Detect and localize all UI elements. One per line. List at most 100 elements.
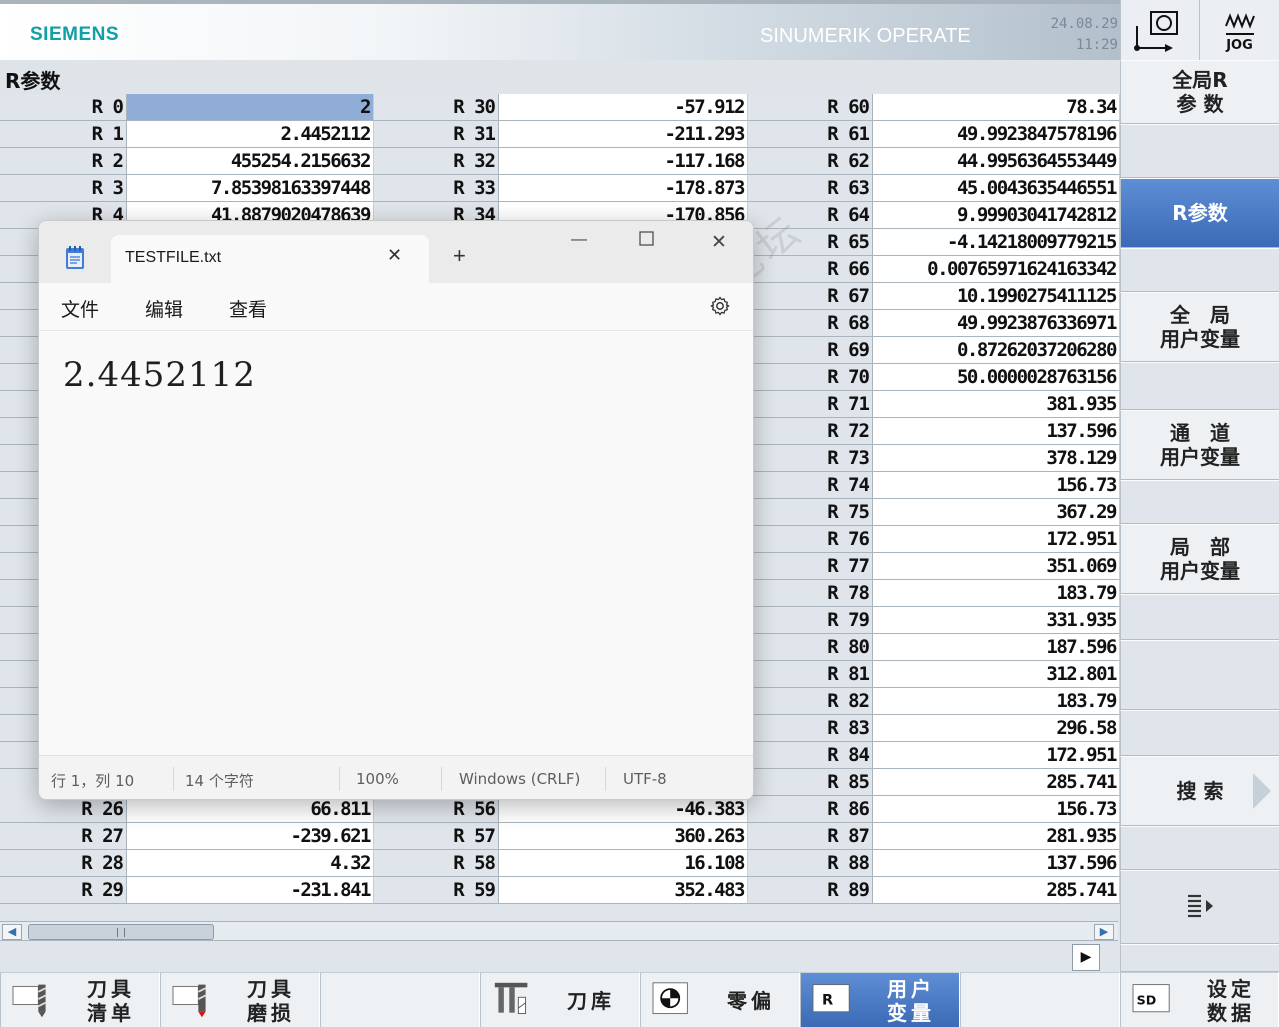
table-row[interactable]: R 62 44.9956364553449 (748, 148, 1120, 175)
table-row[interactable]: R 68 49.9923876336971 (748, 310, 1120, 337)
table-row[interactable]: R 26 66.811 (0, 796, 374, 823)
parameter-value[interactable]: 49.9923847578196 (872, 121, 1120, 148)
parameter-value[interactable]: 331.935 (872, 607, 1120, 634)
more-button[interactable]: ▶ (1072, 944, 1100, 971)
table-row[interactable]: R 73 378.129 (748, 445, 1120, 472)
table-row[interactable]: R 66 0.00765971624163342 (748, 256, 1120, 283)
parameter-value[interactable]: 4.32 (126, 850, 374, 877)
table-row[interactable]: R 85 285.741 (748, 769, 1120, 796)
table-row[interactable]: R 33 -178.873 (374, 175, 748, 202)
table-row[interactable]: R 79 331.935 (748, 607, 1120, 634)
table-row[interactable]: R 63 45.0043635446551 (748, 175, 1120, 202)
table-row[interactable]: R 72 137.596 (748, 418, 1120, 445)
table-row[interactable]: R 27 -239.621 (0, 823, 374, 850)
parameter-value[interactable]: 137.596 (872, 850, 1120, 877)
table-row[interactable]: R 83 296.58 (748, 715, 1120, 742)
table-row[interactable]: R 64 9.99903041742812 (748, 202, 1120, 229)
bottom-softkey-1[interactable]: 刀具 磨损 (160, 972, 320, 1027)
parameter-value[interactable]: -117.168 (498, 148, 748, 175)
table-row[interactable]: R 70 50.0000028763156 (748, 364, 1120, 391)
table-row[interactable]: R 60 78.34 (748, 94, 1120, 121)
table-row[interactable]: R 86 156.73 (748, 796, 1120, 823)
parameter-value[interactable]: 50.0000028763156 (872, 364, 1120, 391)
parameter-value[interactable]: -4.14218009779215 (872, 229, 1120, 256)
table-row[interactable]: R 75 367.29 (748, 499, 1120, 526)
minimize-icon[interactable]: — (571, 231, 587, 249)
parameter-value[interactable]: -57.912 (498, 94, 748, 121)
table-row[interactable]: R 61 49.9923847578196 (748, 121, 1120, 148)
parameter-value[interactable]: 352.483 (498, 877, 748, 904)
parameter-value[interactable]: 381.935 (872, 391, 1120, 418)
parameter-value[interactable]: -231.841 (126, 877, 374, 904)
parameter-value[interactable]: -46.383 (498, 796, 748, 823)
settings-gear-icon[interactable] (709, 295, 731, 317)
parameter-value[interactable]: 16.108 (498, 850, 748, 877)
horizontal-scrollbar[interactable]: ◀ ▶ (0, 921, 1118, 941)
table-row[interactable]: R 84 172.951 (748, 742, 1120, 769)
softkey-2[interactable]: R参数 (1120, 178, 1279, 248)
parameter-value[interactable]: 156.73 (872, 796, 1120, 823)
parameter-value[interactable]: 66.811 (126, 796, 374, 823)
parameter-value[interactable]: 172.951 (872, 742, 1120, 769)
bottom-softkey-7[interactable]: SD 设定 数据 (1120, 972, 1279, 1027)
table-row[interactable]: R 81 312.801 (748, 661, 1120, 688)
parameter-value[interactable]: 378.129 (872, 445, 1120, 472)
table-row[interactable]: R 82 183.79 (748, 688, 1120, 715)
parameter-value[interactable]: 187.596 (872, 634, 1120, 661)
parameter-value[interactable]: 156.73 (872, 472, 1120, 499)
parameter-value[interactable]: 78.34 (872, 94, 1120, 121)
notepad-tab[interactable]: TESTFILE.txt ✕ (111, 235, 429, 283)
bottom-softkey-4[interactable]: 零偏 (640, 972, 800, 1027)
notepad-text-content[interactable]: 2.4452112 (63, 355, 256, 395)
parameter-value[interactable]: -178.873 (498, 175, 748, 202)
parameter-value[interactable]: 281.935 (872, 823, 1120, 850)
table-row[interactable]: R 78 183.79 (748, 580, 1120, 607)
softkey-6[interactable]: 通 道 用户变量 (1120, 410, 1279, 480)
menu-edit[interactable]: 编辑 (145, 295, 183, 322)
table-row[interactable]: R 80 187.596 (748, 634, 1120, 661)
new-tab-icon[interactable]: + (453, 245, 466, 267)
menu-expand-key[interactable] (1120, 870, 1279, 944)
table-row[interactable]: R 71 381.935 (748, 391, 1120, 418)
parameter-value[interactable]: 0.00765971624163342 (872, 256, 1120, 283)
table-row[interactable]: R 77 351.069 (748, 553, 1120, 580)
parameter-value[interactable]: 10.1990275411125 (872, 283, 1120, 310)
parameter-value[interactable]: 49.9923876336971 (872, 310, 1120, 337)
table-row[interactable]: R 65 -4.14218009779215 (748, 229, 1120, 256)
parameter-value[interactable]: 183.79 (872, 580, 1120, 607)
table-row[interactable]: R 02 (0, 94, 374, 121)
parameter-value[interactable]: 455254.2156632 (126, 148, 374, 175)
scrollbar-thumb[interactable] (28, 924, 214, 940)
table-row[interactable]: R 87 281.935 (748, 823, 1120, 850)
menu-file[interactable]: 文件 (61, 295, 99, 322)
table-row[interactable]: R 32 -117.168 (374, 148, 748, 175)
table-row[interactable]: R 28 4.32 (0, 850, 374, 877)
close-window-icon[interactable]: ✕ (711, 231, 727, 254)
table-row[interactable]: R 58 16.108 (374, 850, 748, 877)
menu-view[interactable]: 查看 (229, 295, 267, 322)
table-row[interactable]: R 30 -57.912 (374, 94, 748, 121)
parameter-value[interactable]: 285.741 (872, 877, 1120, 904)
parameter-value[interactable]: -239.621 (126, 823, 374, 850)
parameter-value[interactable]: 45.0043635446551 (872, 175, 1120, 202)
table-row[interactable]: R 56 -46.383 (374, 796, 748, 823)
bottom-softkey-0[interactable]: 刀具 清单 (0, 972, 160, 1027)
close-tab-icon[interactable]: ✕ (387, 245, 402, 266)
maximize-icon[interactable] (639, 230, 655, 251)
table-row[interactable]: R 59 352.483 (374, 877, 748, 904)
softkey-4[interactable]: 全 局 用户变量 (1120, 292, 1279, 362)
jog-mode-button[interactable]: JOG (1199, 0, 1279, 60)
parameter-value[interactable]: 44.9956364553449 (872, 148, 1120, 175)
parameter-value[interactable]: 137.596 (872, 418, 1120, 445)
bottom-softkey-3[interactable]: 刀库 (480, 972, 640, 1027)
parameter-value[interactable]: -211.293 (498, 121, 748, 148)
table-row[interactable]: R 57 360.263 (374, 823, 748, 850)
softkey-0[interactable]: 全局R 参 数 (1120, 60, 1279, 124)
parameter-value[interactable]: 7.85398163397448 (126, 175, 374, 202)
table-row[interactable]: R 1 2.4452112 (0, 121, 374, 148)
parameter-value[interactable]: 296.58 (872, 715, 1120, 742)
parameter-value[interactable]: 360.263 (498, 823, 748, 850)
parameter-value[interactable]: 351.069 (872, 553, 1120, 580)
table-row[interactable]: R 74 156.73 (748, 472, 1120, 499)
parameter-value[interactable]: 172.951 (872, 526, 1120, 553)
